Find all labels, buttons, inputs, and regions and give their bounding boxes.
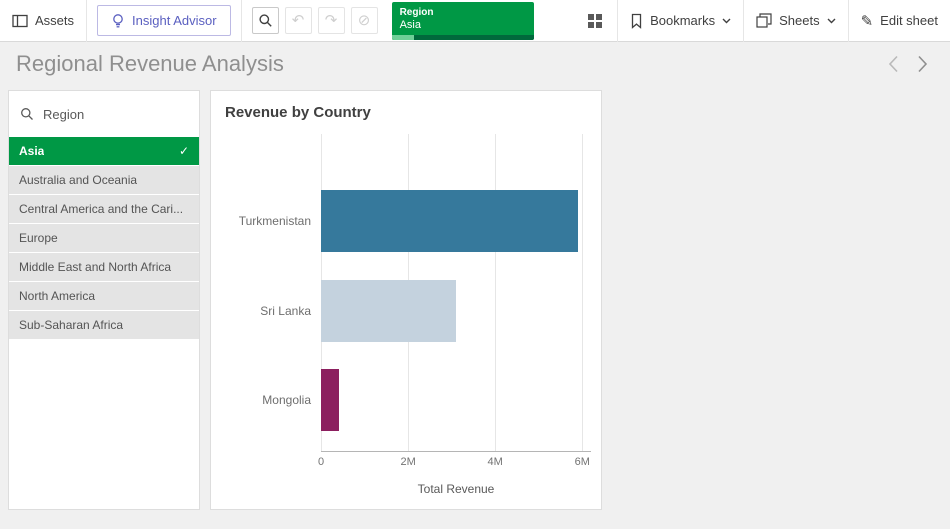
bookmarks-label: Bookmarks — [650, 13, 715, 28]
bar-track — [321, 190, 591, 252]
list-item[interactable]: Europe — [9, 224, 199, 252]
y-axis-label: Sri Lanka — [215, 304, 311, 318]
chart-revenue-by-country[interactable]: Revenue by Country TurkmenistanSri Lanka… — [210, 90, 602, 510]
y-axis-label: Turkmenistan — [215, 214, 311, 228]
list-item[interactable]: Australia and Oceania — [9, 166, 199, 194]
bar-turkmenistan[interactable] — [321, 190, 578, 252]
next-sheet-icon[interactable] — [917, 55, 928, 73]
list-item-label: Australia and Oceania — [19, 173, 137, 187]
toolbar-right: Bookmarks Sheets ✎ Ed — [573, 0, 950, 42]
bar-row: Sri Lanka — [321, 266, 591, 356]
filter-list: Asia ✓ Australia and Oceania Central Americ… — [9, 137, 199, 339]
bar-track — [321, 369, 591, 431]
separator — [86, 0, 87, 42]
insight-advisor-label: Insight Advisor — [132, 13, 217, 28]
list-item[interactable]: North America — [9, 282, 199, 310]
app-objects-button[interactable] — [573, 0, 617, 42]
selection-field-value: Asia — [392, 18, 534, 31]
chart-rows: TurkmenistanSri LankaMongolia — [321, 176, 591, 445]
list-item-label: Europe — [19, 231, 58, 245]
list-item[interactable]: Central America and the Cari... — [9, 195, 199, 223]
toolbar: Assets Insight Advisor ↶ ↷ ⊘ Re — [0, 0, 950, 42]
filter-header: Region — [9, 91, 199, 137]
bookmarks-button[interactable]: Bookmarks — [618, 0, 743, 42]
selection-tools: ↶ ↷ ⊘ — [242, 7, 388, 34]
undo-icon: ↶ — [292, 13, 305, 28]
clear-selections-icon: ⊘ — [358, 13, 371, 28]
bar-track — [321, 280, 591, 342]
bar-sri-lanka[interactable] — [321, 280, 456, 342]
step-forward-button[interactable]: ↷ — [318, 7, 345, 34]
clear-selections-button[interactable]: ⊘ — [351, 7, 378, 34]
chevron-down-icon — [722, 18, 731, 24]
sheet-title: Regional Revenue Analysis — [16, 51, 284, 77]
selection-chip-region[interactable]: Region Asia — [392, 2, 534, 40]
list-item[interactable]: Middle East and North Africa — [9, 253, 199, 281]
previous-sheet-icon[interactable] — [888, 55, 899, 73]
list-item-label: Middle East and North Africa — [19, 260, 171, 274]
bar-mongolia[interactable] — [321, 369, 339, 431]
x-tick-label: 4M — [488, 456, 503, 468]
chevron-down-icon — [827, 18, 836, 24]
edit-sheet-button[interactable]: ✎ Edit sheet — [849, 0, 950, 42]
bookmark-icon — [630, 13, 643, 29]
x-tick-label: 0 — [318, 456, 324, 468]
x-tick-label: 6M — [575, 456, 590, 468]
list-item[interactable]: Sub-Saharan Africa — [9, 311, 199, 339]
smart-search-button[interactable] — [252, 7, 279, 34]
grid-icon — [587, 13, 603, 29]
list-item[interactable]: Asia ✓ — [9, 137, 199, 165]
assets-label: Assets — [35, 13, 74, 28]
sheets-label: Sheets — [779, 13, 819, 28]
redo-icon: ↷ — [325, 13, 338, 28]
assets-panel-icon — [12, 14, 28, 28]
list-item-label: Sub-Saharan Africa — [19, 318, 123, 332]
x-axis-title: Total Revenue — [321, 482, 591, 496]
region-filter-panel: Region Asia ✓ Australia and Oceania Central… — [8, 90, 200, 510]
check-icon: ✓ — [179, 144, 189, 158]
list-item-label: Central America and the Cari... — [19, 202, 183, 216]
step-back-button[interactable]: ↶ — [285, 7, 312, 34]
sheets-icon — [756, 13, 772, 28]
chart-title: Revenue by Country — [211, 91, 601, 121]
search-icon — [258, 13, 273, 28]
list-item-label: Asia — [19, 144, 44, 158]
x-tick-label: 2M — [400, 456, 415, 468]
insight-advisor-button[interactable]: Insight Advisor — [97, 5, 231, 36]
pencil-icon: ✎ — [861, 12, 874, 30]
list-item-label: North America — [19, 289, 95, 303]
sheet-header: Regional Revenue Analysis — [0, 42, 950, 86]
y-axis-label: Mongolia — [215, 393, 311, 407]
search-icon[interactable] — [20, 107, 34, 121]
selection-progress-fill — [392, 35, 415, 40]
lightbulb-icon — [111, 13, 125, 29]
sheets-button[interactable]: Sheets — [744, 0, 847, 42]
selection-field-name: Region — [392, 2, 534, 18]
sheet-navigation — [888, 55, 934, 73]
edit-sheet-label: Edit sheet — [880, 13, 938, 28]
bar-row: Mongolia — [321, 355, 591, 445]
filter-title: Region — [43, 107, 84, 122]
x-axis-ticks: 0 2M 4M 6M — [321, 452, 591, 470]
assets-button[interactable]: Assets — [0, 0, 86, 42]
bar-row: Turkmenistan — [321, 176, 591, 266]
selection-progress-bar — [392, 35, 534, 40]
plot-area: TurkmenistanSri LankaMongolia — [321, 134, 591, 452]
